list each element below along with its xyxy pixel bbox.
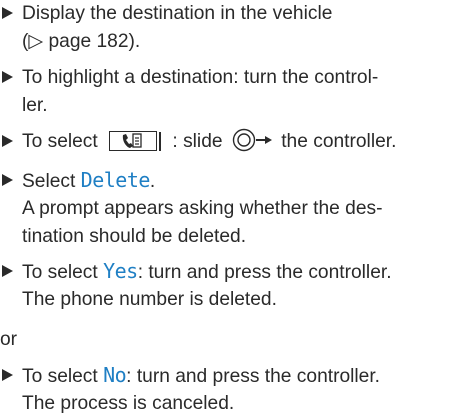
step-3-suffix: the controller. <box>281 131 397 152</box>
step-5-prefix: To select <box>22 262 98 283</box>
step-6-suffix: : turn and press the controller. <box>126 366 380 387</box>
step-6-prefix: To select <box>22 366 98 387</box>
address-book-button-icon <box>109 131 165 151</box>
step-5-line-2: The phone number is deleted. <box>22 289 277 310</box>
bullet-icon <box>2 135 13 147</box>
step-1-line-1: Display the destination in the vehicle <box>22 3 333 24</box>
step-3-middle: : slide <box>172 131 223 152</box>
or-text: or <box>0 329 18 350</box>
menu-item-no: No <box>103 363 127 387</box>
step-4-suffix: . <box>149 171 156 192</box>
step-4-line-3: tination should be deleted. <box>22 226 247 247</box>
step-2-line-1: To highlight a destination: turn the con… <box>22 67 379 88</box>
manual-page: Display the destination in the vehicle (… <box>0 0 462 415</box>
bullet-icon <box>2 71 13 83</box>
bullet-icon <box>2 7 13 19</box>
step-2-line-2: ler. <box>22 95 48 116</box>
controller-slide-right-icon <box>232 128 272 152</box>
step-4-prefix: Select <box>22 171 76 192</box>
step-4-line-2: A prompt appears asking whether the des- <box>22 198 383 219</box>
bullet-icon <box>2 265 13 277</box>
step-4-line-1: Select Delete. <box>22 167 155 196</box>
step-6-line-1: To select No: turn and press the control… <box>22 362 380 391</box>
step-3-line-1: To select : slide the controller. <box>22 128 396 156</box>
step-3-prefix: To select <box>22 131 98 152</box>
step-5-line-1: To select Yes: turn and press the contro… <box>22 258 392 287</box>
step-6-line-2: The process is canceled. <box>22 393 235 414</box>
bullet-icon <box>2 174 13 186</box>
step-1-page-ref: (▷ page 182). <box>22 31 141 52</box>
bullet-icon <box>2 369 13 381</box>
menu-item-delete: Delete <box>80 168 151 192</box>
step-5-suffix: : turn and press the controller. <box>137 262 392 283</box>
menu-item-yes: Yes <box>103 259 138 283</box>
